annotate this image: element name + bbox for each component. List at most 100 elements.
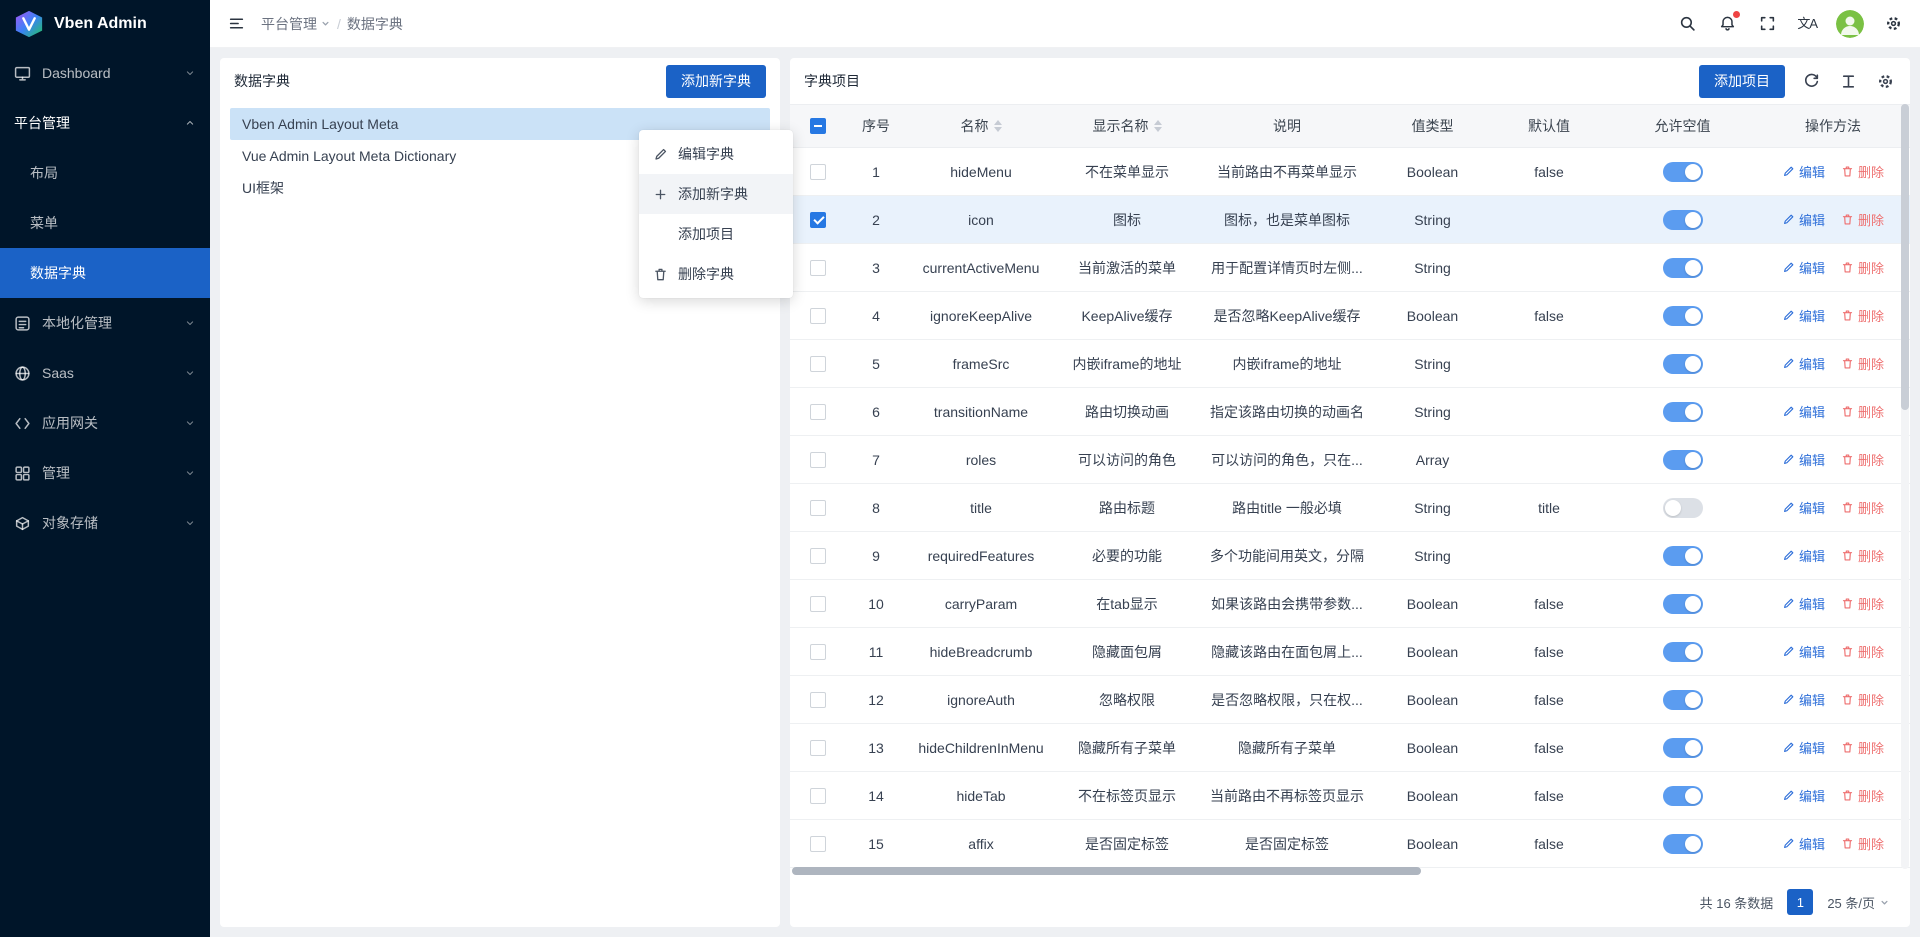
allow-null-toggle[interactable] (1663, 162, 1703, 182)
menu-fold-icon[interactable] (226, 13, 247, 34)
edit-row-button[interactable]: 编辑 (1782, 210, 1825, 229)
horizontal-scrollbar-thumb[interactable] (792, 867, 1421, 875)
allow-null-toggle[interactable] (1663, 354, 1703, 374)
row-checkbox[interactable] (810, 500, 826, 516)
text-size-icon[interactable] (1838, 71, 1859, 92)
row-checkbox[interactable] (810, 212, 826, 228)
bell-icon[interactable] (1717, 13, 1738, 34)
column-header-display_name[interactable]: 显示名称 (1056, 105, 1198, 147)
column-header-name[interactable]: 名称 (906, 105, 1056, 147)
edit-row-button[interactable]: 编辑 (1782, 450, 1825, 469)
allow-null-toggle[interactable] (1663, 498, 1703, 518)
sort-carets-icon[interactable] (1154, 120, 1162, 132)
delete-row-button[interactable]: 删除 (1841, 738, 1884, 757)
context-menu-item-add-dict[interactable]: 添加新字典 (639, 174, 793, 214)
row-checkbox[interactable] (810, 788, 826, 804)
row-checkbox[interactable] (810, 548, 826, 564)
delete-row-button[interactable]: 删除 (1841, 834, 1884, 853)
allow-null-toggle[interactable] (1663, 786, 1703, 806)
row-checkbox[interactable] (810, 596, 826, 612)
select-all-checkbox[interactable] (810, 118, 826, 134)
sidebar-item-storage[interactable]: 对象存储 (0, 498, 210, 548)
sidebar-subitem-layout[interactable]: 布局 (0, 148, 210, 198)
delete-row-button[interactable]: 删除 (1841, 450, 1884, 469)
allow-null-toggle[interactable] (1663, 738, 1703, 758)
edit-row-button[interactable]: 编辑 (1782, 546, 1825, 565)
row-checkbox[interactable] (810, 260, 826, 276)
translate-icon[interactable]: 文A (1797, 17, 1817, 30)
logo[interactable]: Vben Admin (0, 0, 210, 48)
vertical-scrollbar-thumb[interactable] (1901, 104, 1909, 410)
delete-row-button[interactable]: 删除 (1841, 306, 1884, 325)
sidebar-subitem-data-dictionary[interactable]: 数据字典 (0, 248, 210, 298)
row-checkbox[interactable] (810, 692, 826, 708)
delete-row-button[interactable]: 删除 (1841, 546, 1884, 565)
allow-null-toggle[interactable] (1663, 834, 1703, 854)
sidebar-item-dashboard[interactable]: Dashboard (0, 48, 210, 98)
row-checkbox[interactable] (810, 356, 826, 372)
add-item-button[interactable]: 添加项目 (1699, 65, 1785, 98)
allow-null-toggle[interactable] (1663, 450, 1703, 470)
edit-row-button[interactable]: 编辑 (1782, 786, 1825, 805)
edit-row-button[interactable]: 编辑 (1782, 594, 1825, 613)
row-checkbox[interactable] (810, 644, 826, 660)
fullscreen-icon[interactable] (1757, 13, 1778, 34)
page-1-button[interactable]: 1 (1787, 889, 1813, 915)
row-checkbox[interactable] (810, 308, 826, 324)
delete-row-button[interactable]: 删除 (1841, 498, 1884, 517)
allow-null-toggle[interactable] (1663, 642, 1703, 662)
row-checkbox[interactable] (810, 836, 826, 852)
context-menu-item-delete-dict[interactable]: 删除字典 (639, 254, 793, 294)
edit-row-button[interactable]: 编辑 (1782, 642, 1825, 661)
sidebar-item-saas[interactable]: Saas (0, 348, 210, 398)
gear-icon[interactable] (1875, 71, 1896, 92)
edit-row-button[interactable]: 编辑 (1782, 402, 1825, 421)
page-size-select[interactable]: 25 条/页 (1827, 893, 1890, 912)
allow-null-toggle[interactable] (1663, 258, 1703, 278)
edit-row-button[interactable]: 编辑 (1782, 834, 1825, 853)
sidebar-item-manage[interactable]: 管理 (0, 448, 210, 498)
edit-row-button[interactable]: 编辑 (1782, 690, 1825, 709)
delete-row-button[interactable]: 删除 (1841, 594, 1884, 613)
breadcrumb-parent[interactable]: 平台管理 (261, 14, 331, 34)
edit-row-button[interactable]: 编辑 (1782, 306, 1825, 325)
sidebar-subitem-menu[interactable]: 菜单 (0, 198, 210, 248)
dictionary-panel-title: 数据字典 (234, 71, 290, 91)
sort-carets-icon[interactable] (994, 120, 1002, 132)
delete-row-button[interactable]: 删除 (1841, 786, 1884, 805)
allow-null-toggle[interactable] (1663, 690, 1703, 710)
delete-row-button[interactable]: 删除 (1841, 210, 1884, 229)
row-checkbox[interactable] (810, 164, 826, 180)
delete-row-button[interactable]: 删除 (1841, 402, 1884, 421)
delete-row-button[interactable]: 删除 (1841, 258, 1884, 277)
delete-row-button[interactable]: 删除 (1841, 642, 1884, 661)
allow-null-toggle[interactable] (1663, 402, 1703, 422)
row-checkbox[interactable] (810, 740, 826, 756)
cell-value-type: Boolean (1376, 580, 1489, 628)
edit-row-button[interactable]: 编辑 (1782, 354, 1825, 373)
cell-no: 5 (846, 340, 906, 388)
delete-row-button[interactable]: 删除 (1841, 162, 1884, 181)
edit-row-button[interactable]: 编辑 (1782, 258, 1825, 277)
avatar[interactable] (1836, 10, 1864, 38)
add-dictionary-button[interactable]: 添加新字典 (666, 65, 766, 98)
edit-row-button[interactable]: 编辑 (1782, 498, 1825, 517)
context-menu-item-add-item[interactable]: 添加项目 (639, 214, 793, 254)
allow-null-toggle[interactable] (1663, 210, 1703, 230)
sidebar-item-gateway[interactable]: 应用网关 (0, 398, 210, 448)
allow-null-toggle[interactable] (1663, 546, 1703, 566)
edit-row-button[interactable]: 编辑 (1782, 738, 1825, 757)
allow-null-toggle[interactable] (1663, 594, 1703, 614)
refresh-icon[interactable] (1801, 71, 1822, 92)
sidebar-item-platform[interactable]: 平台管理 (0, 98, 210, 148)
row-checkbox[interactable] (810, 404, 826, 420)
allow-null-toggle[interactable] (1663, 306, 1703, 326)
context-menu-item-edit-dict[interactable]: 编辑字典 (639, 134, 793, 174)
gear-icon[interactable] (1883, 13, 1904, 34)
row-checkbox[interactable] (810, 452, 826, 468)
delete-row-button[interactable]: 删除 (1841, 354, 1884, 373)
delete-row-button[interactable]: 删除 (1841, 690, 1884, 709)
search-icon[interactable] (1677, 13, 1698, 34)
sidebar-item-locale[interactable]: 本地化管理 (0, 298, 210, 348)
edit-row-button[interactable]: 编辑 (1782, 162, 1825, 181)
